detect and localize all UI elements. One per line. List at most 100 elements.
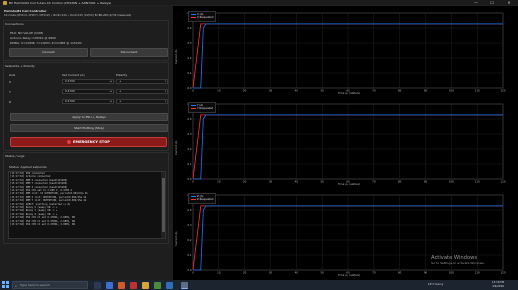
- x-tick-label: 50: [321, 271, 325, 275]
- log-line: [13:17:04] PSU CH3 CC set 0.4700A, 2.000…: [10, 223, 75, 227]
- x-tick-label: 120: [501, 271, 506, 275]
- x-axis-label: Time (s, relative): [338, 183, 360, 186]
- y-tick-label: 0.1: [187, 162, 191, 166]
- plot-canvas: 01020304050607080901001101200.50.40.30.2…: [187, 11, 505, 93]
- weather-widget[interactable]: 19°C Sunny: [428, 283, 443, 286]
- y-axis-label: Current (A): [175, 49, 178, 64]
- polarity-z-value: +: [119, 99, 122, 103]
- plot-x[interactable]: 01020304050607080901001101200.50.40.30.2…: [173, 6, 518, 97]
- legend-swatch: [191, 198, 196, 200]
- polarity-column-header: Polarity: [116, 73, 128, 77]
- y-tick-label: 0.4: [187, 26, 191, 30]
- x-tick-label: 120: [501, 180, 506, 184]
- taskbar-search-input[interactable]: ⌕ Type here to search: [12, 281, 88, 289]
- task-view-icon[interactable]: [94, 281, 101, 289]
- legend-swatch: [191, 16, 196, 18]
- axis-y-label: Y: [9, 90, 11, 94]
- y-axis-label: Current (A): [175, 140, 178, 155]
- y-tick-label: 0.3: [187, 223, 191, 227]
- polarity-y-value: +: [119, 89, 122, 93]
- x-tick-label: 0: [192, 271, 194, 275]
- x-tick-label: 10: [217, 89, 221, 93]
- current-y-input[interactable]: 0.4700 ▴▾: [62, 89, 114, 94]
- chrome-icon[interactable]: [154, 281, 161, 289]
- x-tick-label: 20: [243, 271, 247, 275]
- taskbar: ⌕ Type here to search 19°C Sunny 13:18 PM…: [0, 280, 518, 290]
- emergency-stop-button[interactable]: EMERGENCY STOP: [10, 137, 167, 147]
- relay-status: Arduino Relay: COM10 @ 9600: [10, 36, 56, 40]
- y-tick-label: 0.4: [187, 208, 191, 212]
- y-axis-label: Current (A): [175, 231, 178, 246]
- legend-swatch: [191, 195, 196, 197]
- x-tick-label: 50: [321, 180, 325, 184]
- x-tick-label: 0: [192, 180, 194, 184]
- legend-label: X Requested: [197, 16, 214, 20]
- current-y-value: 0.4700: [65, 89, 75, 93]
- y-tick-label: 0.1: [187, 71, 191, 75]
- plots-panel: 01020304050607080901001101200.50.40.30.2…: [173, 6, 518, 280]
- window-title: B2 Helmholtz Coil 3-Axis CC Control (CH4…: [9, 1, 112, 5]
- status-title: Status / Logs: [5, 154, 25, 158]
- apply-button[interactable]: Apply to PSU + Relays: [10, 113, 168, 121]
- current-x-value: 0.4700: [65, 79, 75, 83]
- connect-button[interactable]: Connect: [9, 48, 88, 57]
- axis-column-header: Axis: [9, 73, 16, 77]
- vscode-icon[interactable]: [166, 281, 173, 289]
- y-tick-label: 0.2: [187, 147, 191, 151]
- start-button[interactable]: [2, 281, 10, 289]
- current-column-header: Set Current (A): [62, 73, 85, 77]
- x-tick-label: 30: [269, 89, 273, 93]
- log-list[interactable]: [13:17:01] PSU connected [13:17:01] Ardui…: [8, 171, 166, 239]
- dmm-status: DMMs: X=COM8, Y=COM3, Z=COM8 @ 115200: [10, 41, 82, 45]
- legend-item: Z Requested: [191, 198, 213, 201]
- plot-canvas: 01020304050607080901001101200.50.40.30.2…: [187, 102, 506, 184]
- y-tick-label: 0.0: [187, 86, 191, 90]
- plot-legend: Y (A) Y Requested: [188, 102, 217, 113]
- y-tick-label: 0.2: [187, 56, 191, 60]
- current-x-input[interactable]: 0.4700 ▴▾: [62, 79, 114, 84]
- x-tick-label: 80: [398, 180, 402, 184]
- current-z-input[interactable]: 0.4700 ▴▾: [62, 99, 114, 104]
- y-tick-label: 0.0: [187, 268, 191, 272]
- polarity-y-select[interactable]: + ▾: [116, 89, 168, 94]
- x-tick-label: 100: [449, 271, 454, 275]
- plot-y[interactable]: 01020304050607080901001101200.50.40.30.2…: [173, 97, 518, 188]
- plotting-toggle-button[interactable]: Start Plotting (Stop): [10, 124, 168, 132]
- x-tick-label: 100: [449, 180, 454, 184]
- clock[interactable]: 13:18 PM 2/4/2026: [492, 281, 504, 288]
- x-tick-label: 90: [424, 271, 428, 275]
- x-axis-label: Time (s, relative): [338, 92, 360, 95]
- axis-x-label: X: [9, 80, 12, 84]
- polarity-x-select[interactable]: + ▾: [116, 79, 168, 84]
- x-tick-label: 80: [398, 271, 402, 275]
- office-icon[interactable]: [118, 281, 125, 289]
- plot-z[interactable]: 01020304050607080901001101200.50.40.30.2…: [173, 188, 518, 279]
- log-scrollbar-thumb[interactable]: [161, 178, 165, 232]
- plot-legend: X (A) X Requested: [188, 11, 217, 22]
- y-tick-label: 0.4: [187, 117, 191, 121]
- x-tick-label: 90: [424, 89, 428, 93]
- x-tick-label: 20: [243, 89, 247, 93]
- search-icon: ⌕: [15, 284, 17, 288]
- x-tick-label: 70: [372, 180, 376, 184]
- status-text: Status: Applied setpoints: [9, 165, 47, 169]
- polarity-z-select[interactable]: + ▾: [116, 99, 168, 104]
- app-name: Helmholtz Coil Controller: [4, 9, 47, 13]
- plot-legend: Z (A) Z Requested: [188, 193, 217, 204]
- legend-item: Y Requested: [191, 107, 213, 110]
- x-tick-label: 10: [217, 180, 221, 184]
- y-tick-label: 0.3: [187, 41, 191, 45]
- log-content: [13:17:01] PSU connected [13:17:01] Ardui…: [9, 172, 165, 227]
- file-explorer-icon[interactable]: [142, 281, 149, 289]
- python-app-icon[interactable]: [181, 281, 188, 289]
- x-tick-label: 70: [372, 89, 376, 93]
- log-scrollbar[interactable]: [161, 172, 165, 238]
- disconnect-button[interactable]: Disconnect: [90, 48, 168, 57]
- edge-icon[interactable]: [106, 281, 113, 289]
- x-tick-label: 100: [449, 89, 454, 93]
- x-tick-label: 0: [192, 89, 194, 93]
- connections-title: Connections: [5, 22, 24, 26]
- watermark-subtitle: Go to Settings to activate Windows.: [431, 261, 485, 265]
- psu-status: PSU: NO VALUE (COM): [10, 31, 44, 35]
- pdf-reader-icon[interactable]: [130, 281, 137, 289]
